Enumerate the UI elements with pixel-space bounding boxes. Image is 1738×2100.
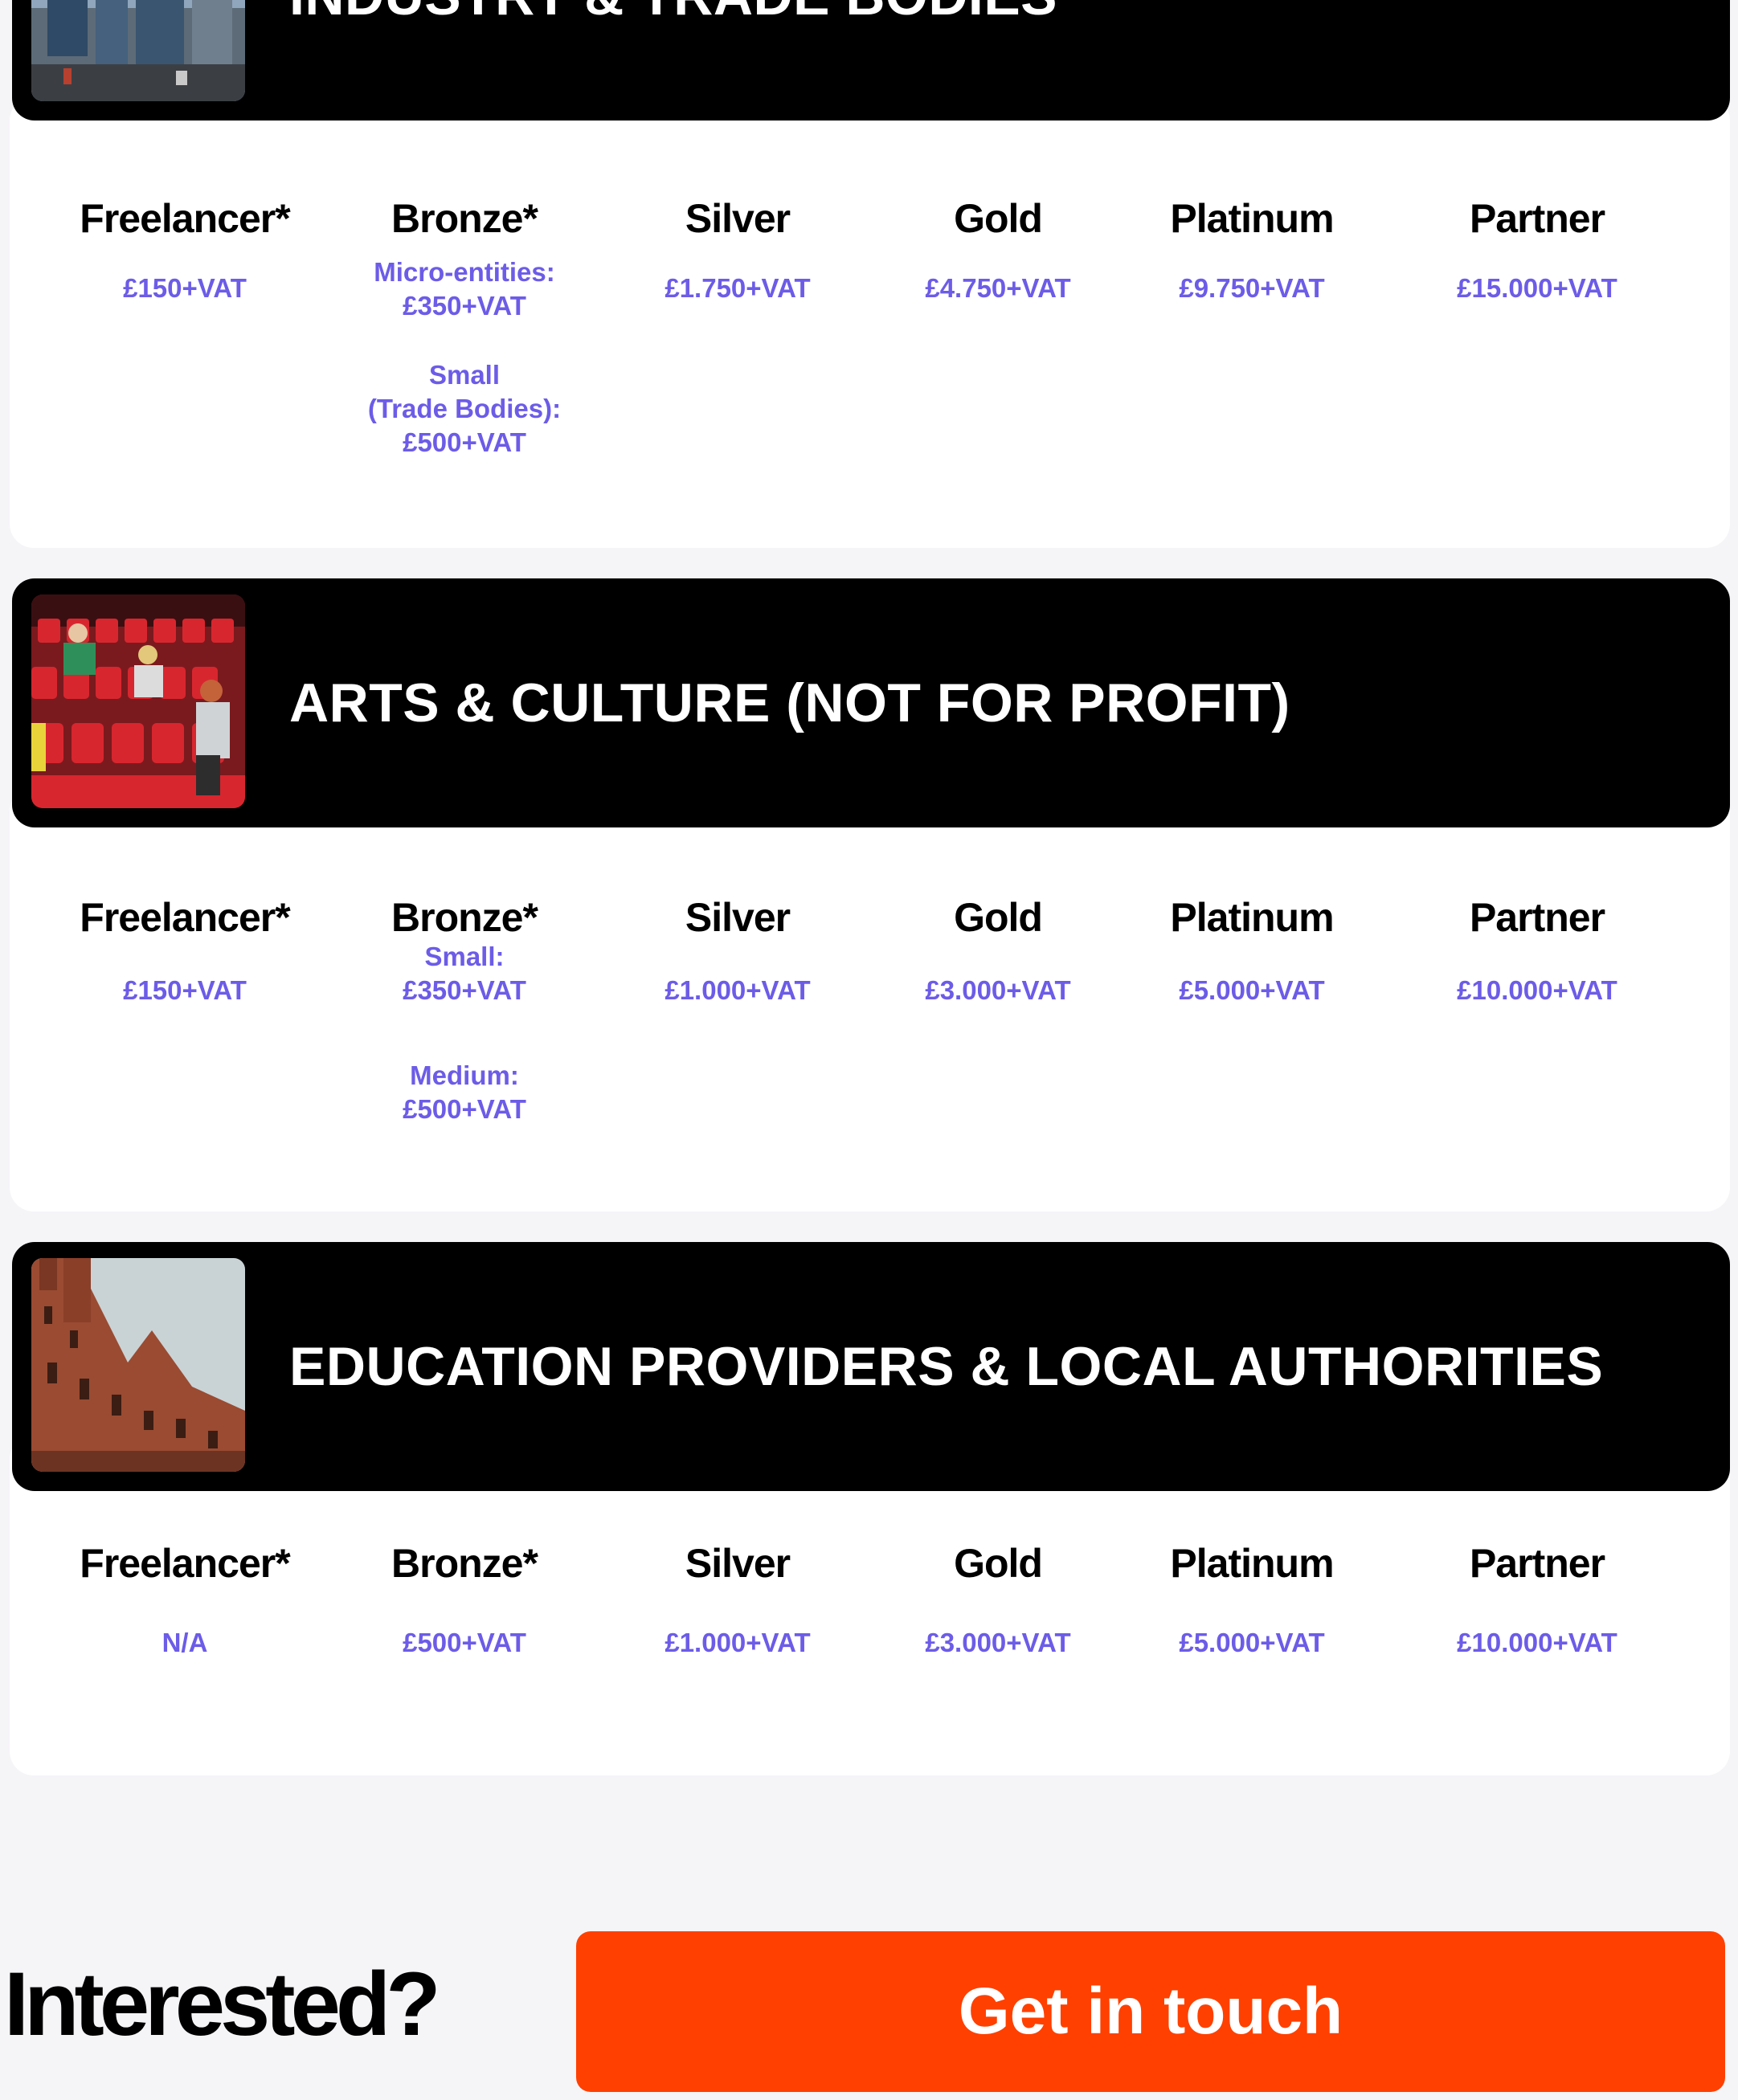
section-banner: ARTS & CULTURE (NOT FOR PROFIT) bbox=[12, 578, 1730, 827]
tier-price: £5.000+VAT bbox=[1179, 975, 1325, 1005]
tier-platinum: Platinum £5.000+VAT bbox=[1115, 1539, 1388, 1660]
section-title: ARTS & CULTURE (NOT FOR PROFIT) bbox=[289, 672, 1290, 733]
tier-name: Silver bbox=[685, 1541, 791, 1586]
tier-price: £9.750+VAT bbox=[1179, 273, 1325, 303]
tier-platinum: Platinum £5.000+VAT bbox=[1115, 893, 1388, 1007]
tier-name: Bronze* bbox=[391, 895, 538, 940]
tier-name: Partner bbox=[1469, 1541, 1605, 1586]
tier-name: Bronze* bbox=[391, 196, 538, 241]
tier-freelancer: Freelancer* £150+VAT bbox=[48, 893, 321, 1007]
tier-name: Gold bbox=[954, 1541, 1043, 1586]
tier-price: N/A bbox=[162, 1628, 208, 1657]
tier-price: £150+VAT bbox=[123, 273, 247, 303]
tier-name: Silver bbox=[685, 196, 791, 241]
tier-partner: Partner £10.000+VAT bbox=[1401, 893, 1674, 1007]
tier-name: Gold bbox=[954, 196, 1043, 241]
tier-name: Partner bbox=[1469, 196, 1605, 241]
tier-gold: Gold £3.000+VAT bbox=[861, 1539, 1135, 1660]
tier-silver: Silver £1.750+VAT bbox=[601, 194, 874, 305]
tier-price: Micro-entities: £350+VAT bbox=[374, 257, 555, 321]
get-in-touch-button[interactable]: Get in touch bbox=[576, 1931, 1725, 2092]
tier-price: £500+VAT bbox=[403, 1628, 526, 1657]
pricing-card bbox=[10, 96, 1730, 548]
tier-freelancer: Freelancer* £150+VAT bbox=[48, 194, 321, 305]
tier-bronze: Bronze* £500+VAT bbox=[328, 1539, 601, 1660]
tier-price: £1.000+VAT bbox=[665, 1628, 811, 1657]
tier-price: £1.750+VAT bbox=[665, 273, 811, 303]
tier-name: Gold bbox=[954, 895, 1043, 940]
tier-price: £15.000+VAT bbox=[1457, 273, 1617, 303]
section-thumbnail-image bbox=[31, 594, 245, 808]
tier-name: Silver bbox=[685, 895, 791, 940]
tier-gold: Gold £4.750+VAT bbox=[861, 194, 1135, 305]
tier-name: Platinum bbox=[1170, 196, 1334, 241]
tier-price: Small (Trade Bodies): £500+VAT bbox=[367, 360, 562, 457]
section-title: INDUSTRY & TRADE BODIES bbox=[289, 0, 1057, 121]
section-banner: INDUSTRY & TRADE BODIES bbox=[12, 0, 1730, 121]
tier-bronze: Bronze* Small: £350+VAT Medium: £500+VAT bbox=[328, 893, 601, 1126]
section-title: EDUCATION PROVIDERS & LOCAL AUTHORITIES bbox=[289, 1336, 1604, 1397]
tier-name: Freelancer* bbox=[80, 1541, 290, 1586]
tier-price: £150+VAT bbox=[123, 975, 247, 1005]
tier-name: Freelancer* bbox=[80, 196, 290, 241]
tier-price: £5.000+VAT bbox=[1179, 1628, 1325, 1657]
tier-name: Freelancer* bbox=[80, 895, 290, 940]
tier-name: Bronze* bbox=[391, 1541, 538, 1586]
tier-name: Partner bbox=[1469, 895, 1605, 940]
section-thumbnail-image bbox=[31, 0, 245, 101]
tier-gold: Gold £3.000+VAT bbox=[861, 893, 1135, 1007]
tier-price: £4.750+VAT bbox=[925, 273, 1071, 303]
tier-silver: Silver £1.000+VAT bbox=[601, 1539, 874, 1660]
tier-name: Platinum bbox=[1170, 1541, 1334, 1586]
tier-freelancer: Freelancer* N/A bbox=[48, 1539, 321, 1660]
tier-platinum: Platinum £9.750+VAT bbox=[1115, 194, 1388, 305]
cta-heading: Interested? bbox=[4, 1954, 441, 2054]
tier-price: Medium: £500+VAT bbox=[403, 1060, 526, 1124]
tier-price: £3.000+VAT bbox=[925, 1628, 1071, 1657]
tier-price: £10.000+VAT bbox=[1457, 975, 1617, 1005]
tier-silver: Silver £1.000+VAT bbox=[601, 893, 874, 1007]
tier-bronze: Bronze* Micro-entities: £350+VAT Small (… bbox=[328, 194, 601, 460]
tier-price: £1.000+VAT bbox=[665, 975, 811, 1005]
tier-price: Small: £350+VAT bbox=[403, 942, 526, 1005]
tier-partner: Partner £15.000+VAT bbox=[1401, 194, 1674, 305]
section-thumbnail-image bbox=[31, 1258, 245, 1472]
section-banner: EDUCATION PROVIDERS & LOCAL AUTHORITIES bbox=[12, 1242, 1730, 1491]
tier-name: Platinum bbox=[1170, 895, 1334, 940]
tier-partner: Partner £10.000+VAT bbox=[1401, 1539, 1674, 1660]
tier-price: £3.000+VAT bbox=[925, 975, 1071, 1005]
tier-price: £10.000+VAT bbox=[1457, 1628, 1617, 1657]
